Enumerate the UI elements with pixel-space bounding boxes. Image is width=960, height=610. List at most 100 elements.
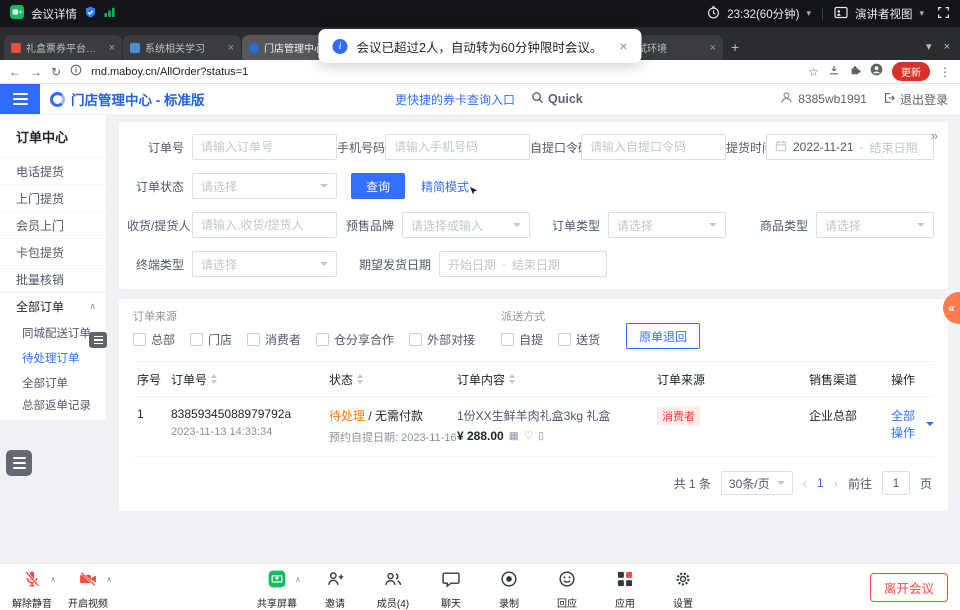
page-size-select[interactable]: 30条/页: [721, 471, 793, 495]
more-menu-icon[interactable]: ⋮: [939, 65, 951, 79]
checkbox[interactable]: [190, 333, 203, 346]
checkbox-source-external[interactable]: 外部对接: [409, 331, 475, 348]
url-text[interactable]: rnd.maboy.cn/AllOrder?status=1: [91, 66, 248, 78]
checkbox[interactable]: [501, 333, 514, 346]
original-return-button[interactable]: 原单退回: [626, 323, 700, 349]
share-screen-button[interactable]: 共享屏幕 ∧: [249, 564, 305, 610]
chat-button[interactable]: 聊天: [423, 564, 479, 610]
presale-brand-select[interactable]: 请选择或输入: [402, 212, 530, 238]
checkbox-self-pickup[interactable]: 自提: [501, 331, 543, 348]
pickup-code-input[interactable]: [581, 134, 726, 160]
col-order-no[interactable]: 订单号: [171, 371, 329, 388]
settings-button[interactable]: 设置: [655, 564, 711, 610]
checkbox-source-warehouse[interactable]: 仓分享合作: [316, 331, 394, 348]
sidebar-item-phone-pickup[interactable]: 电话提货: [0, 157, 106, 184]
table-row[interactable]: 1 83859345088979792a 2023-11-13 14:33:34…: [133, 397, 934, 457]
start-video-button[interactable]: 开启视频 ∧: [60, 564, 116, 610]
prev-page-icon[interactable]: ‹: [803, 476, 807, 491]
user-account[interactable]: 8385wb1991: [780, 91, 867, 107]
checkbox[interactable]: [316, 333, 329, 346]
forward-icon[interactable]: →: [30, 65, 42, 79]
chevron-down-icon[interactable]: ▾: [919, 8, 924, 19]
goto-page-input[interactable]: [882, 471, 910, 495]
sidebar-item-all-orders[interactable]: 全部订单: [0, 370, 106, 395]
bookmark-star-icon[interactable]: ☆: [808, 65, 819, 79]
refresh-icon[interactable]: ↻: [51, 65, 61, 79]
browser-update-button[interactable]: 更新: [892, 62, 930, 81]
sort-icon[interactable]: [357, 374, 363, 384]
toast-close-icon[interactable]: ×: [619, 38, 627, 54]
order-no-value[interactable]: 83859345088979792a: [171, 407, 329, 421]
checkbox[interactable]: [247, 333, 260, 346]
window-close-icon[interactable]: ×: [944, 41, 950, 53]
phone-input[interactable]: [385, 134, 530, 160]
extensions-icon[interactable]: [849, 63, 861, 81]
sort-icon[interactable]: [509, 374, 515, 384]
members-button[interactable]: 成员(4): [365, 564, 421, 610]
chevron-down-icon[interactable]: ▾: [806, 8, 811, 19]
search-button[interactable]: 查询: [351, 173, 405, 199]
logout-button[interactable]: 退出登录: [883, 91, 948, 108]
checkbox[interactable]: [409, 333, 422, 346]
unmute-button[interactable]: 解除静音 ∧: [4, 564, 60, 610]
qr-code-icon[interactable]: ▦: [509, 430, 519, 442]
new-tab-icon[interactable]: +: [731, 39, 739, 55]
invite-button[interactable]: 邀请: [307, 564, 363, 610]
col-content[interactable]: 订单内容: [457, 371, 657, 388]
sidebar-item-door-pickup[interactable]: 上门提货: [0, 184, 106, 211]
quick-search[interactable]: Quick: [531, 91, 583, 107]
sidebar-item-hq-returns[interactable]: 总部返单记录: [0, 395, 106, 420]
tab-close-icon[interactable]: ×: [109, 42, 115, 54]
terminal-type-select[interactable]: 请选择: [192, 251, 337, 277]
sidebar-toggle-button[interactable]: [0, 84, 40, 114]
sidebar-item-card-pickup[interactable]: 卡包提货: [0, 238, 106, 265]
current-page[interactable]: 1: [817, 476, 824, 490]
next-page-icon[interactable]: ›: [834, 476, 838, 491]
apps-button[interactable]: 应用: [597, 564, 653, 610]
receiver-input[interactable]: [192, 212, 337, 238]
profile-avatar-icon[interactable]: [870, 63, 883, 81]
record-button[interactable]: 录制: [481, 564, 537, 610]
sidebar-group-all-orders[interactable]: 全部订单 ∧: [0, 292, 106, 320]
meeting-title[interactable]: 会议详情: [31, 6, 77, 22]
checkbox-source-hq[interactable]: 总部: [133, 331, 175, 348]
chevron-up-icon[interactable]: ∧: [295, 575, 301, 584]
expect-date-range[interactable]: 开始日期 - 结束日期: [439, 251, 607, 277]
browser-tab[interactable]: 系统相关学习 ×: [123, 35, 241, 60]
back-icon[interactable]: ←: [9, 65, 21, 79]
tab-close-icon[interactable]: ×: [228, 42, 234, 54]
checkbox-source-consumer[interactable]: 消费者: [247, 331, 301, 348]
chevron-up-icon[interactable]: ∧: [50, 575, 56, 584]
checkbox-source-store[interactable]: 门店: [190, 331, 232, 348]
sort-icon[interactable]: [211, 374, 217, 384]
heart-icon[interactable]: ♡: [524, 430, 533, 442]
browser-tab[interactable]: 礼盒票券平台管理中心 ×: [4, 35, 122, 60]
sidebar-item-batch-verify[interactable]: 批量核销: [0, 265, 106, 292]
goods-type-select[interactable]: 请选择: [816, 212, 934, 238]
col-status[interactable]: 状态: [329, 371, 457, 388]
reaction-button[interactable]: 回应: [539, 564, 595, 610]
tab-close-icon[interactable]: ×: [710, 42, 716, 54]
order-status-select[interactable]: 请选择: [192, 173, 337, 199]
checkbox[interactable]: [558, 333, 571, 346]
quick-entry-link[interactable]: 更快捷的券卡查询入口: [395, 91, 515, 108]
view-mode-label[interactable]: 演讲者视图: [855, 6, 913, 22]
meeting-timer[interactable]: 23:32(60分钟): [727, 6, 799, 22]
chevron-up-icon[interactable]: ∧: [106, 575, 112, 584]
order-no-input[interactable]: [192, 134, 337, 160]
checkbox-delivery[interactable]: 送货: [558, 331, 600, 348]
sidebar-item-member-visit[interactable]: 会员上门: [0, 211, 106, 238]
simple-mode-link[interactable]: 精简模式: [421, 178, 469, 195]
sidebar-collapse-handle[interactable]: [89, 332, 107, 348]
tab-search-icon[interactable]: ▾: [926, 40, 932, 53]
fullscreen-icon[interactable]: [937, 6, 950, 22]
floating-list-widget[interactable]: [6, 450, 32, 476]
sidebar-item-pending-orders[interactable]: 待处理订单: [0, 345, 106, 370]
collapse-form-icon[interactable]: »: [931, 128, 938, 143]
leave-meeting-button[interactable]: 离开会议: [870, 573, 948, 602]
brand[interactable]: 门店管理中心 - 标准版: [50, 89, 205, 109]
pickup-date-range[interactable]: 2022-11-21 - 结束日期: [766, 134, 934, 160]
checkbox[interactable]: [133, 333, 146, 346]
all-actions-dropdown[interactable]: 全部操作: [891, 407, 934, 441]
order-type-select[interactable]: 请选择: [608, 212, 726, 238]
